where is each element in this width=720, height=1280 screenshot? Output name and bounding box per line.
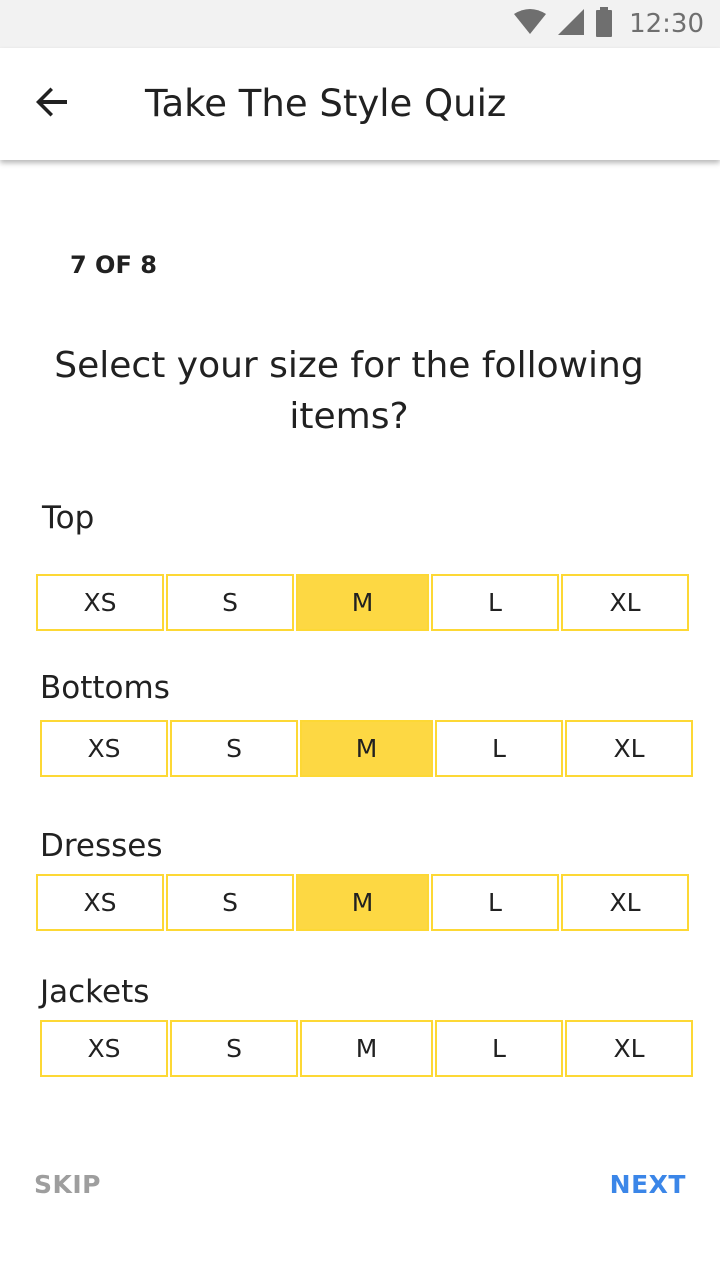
size-option-xl[interactable]: XL	[561, 874, 689, 931]
category-label-dresses: Dresses	[40, 828, 163, 864]
status-time: 12:30	[629, 9, 704, 39]
category-label-bottoms: Bottoms	[40, 670, 170, 706]
size-option-m[interactable]: M	[296, 574, 429, 631]
category-label-top: Top	[42, 500, 95, 536]
wifi-icon	[513, 9, 547, 39]
arrow-left-icon	[34, 84, 70, 124]
signal-icon	[557, 8, 585, 40]
skip-button[interactable]: SKIP	[34, 1170, 101, 1199]
size-option-xl[interactable]: XL	[565, 1020, 693, 1077]
size-option-l[interactable]: L	[431, 574, 559, 631]
size-option-s[interactable]: S	[166, 874, 294, 931]
status-icons: 12:30	[513, 0, 704, 48]
size-option-xl[interactable]: XL	[561, 574, 689, 631]
size-option-xs[interactable]: XS	[40, 1020, 168, 1077]
size-option-m[interactable]: M	[300, 720, 433, 777]
size-selector-dresses: XS S M L XL	[36, 874, 689, 931]
battery-icon	[595, 7, 613, 41]
size-option-s[interactable]: S	[170, 1020, 298, 1077]
size-option-l[interactable]: L	[435, 1020, 563, 1077]
size-option-l[interactable]: L	[431, 874, 559, 931]
quiz-progress: 7 OF 8	[70, 251, 157, 279]
size-option-xs[interactable]: XS	[36, 574, 164, 631]
size-option-xs[interactable]: XS	[40, 720, 168, 777]
size-option-m[interactable]: M	[296, 874, 429, 931]
category-label-jackets: Jackets	[40, 974, 150, 1010]
size-option-s[interactable]: S	[166, 574, 294, 631]
size-option-l[interactable]: L	[435, 720, 563, 777]
quiz-question: Select your size for the following items…	[54, 345, 644, 437]
page-title: Take The Style Quiz	[145, 82, 507, 125]
status-bar: 12:30	[0, 0, 720, 48]
size-selector-top: XS S M L XL	[36, 574, 689, 631]
size-option-xs[interactable]: XS	[36, 874, 164, 931]
size-option-m[interactable]: M	[300, 1020, 433, 1077]
next-button[interactable]: NEXT	[610, 1170, 686, 1199]
size-option-s[interactable]: S	[170, 720, 298, 777]
back-button[interactable]	[26, 78, 78, 130]
size-option-xl[interactable]: XL	[565, 720, 693, 777]
size-selector-jackets: XS S M L XL	[40, 1020, 693, 1077]
size-selector-bottoms: XS S M L XL	[40, 720, 693, 777]
app-bar: Take The Style Quiz	[0, 48, 720, 160]
